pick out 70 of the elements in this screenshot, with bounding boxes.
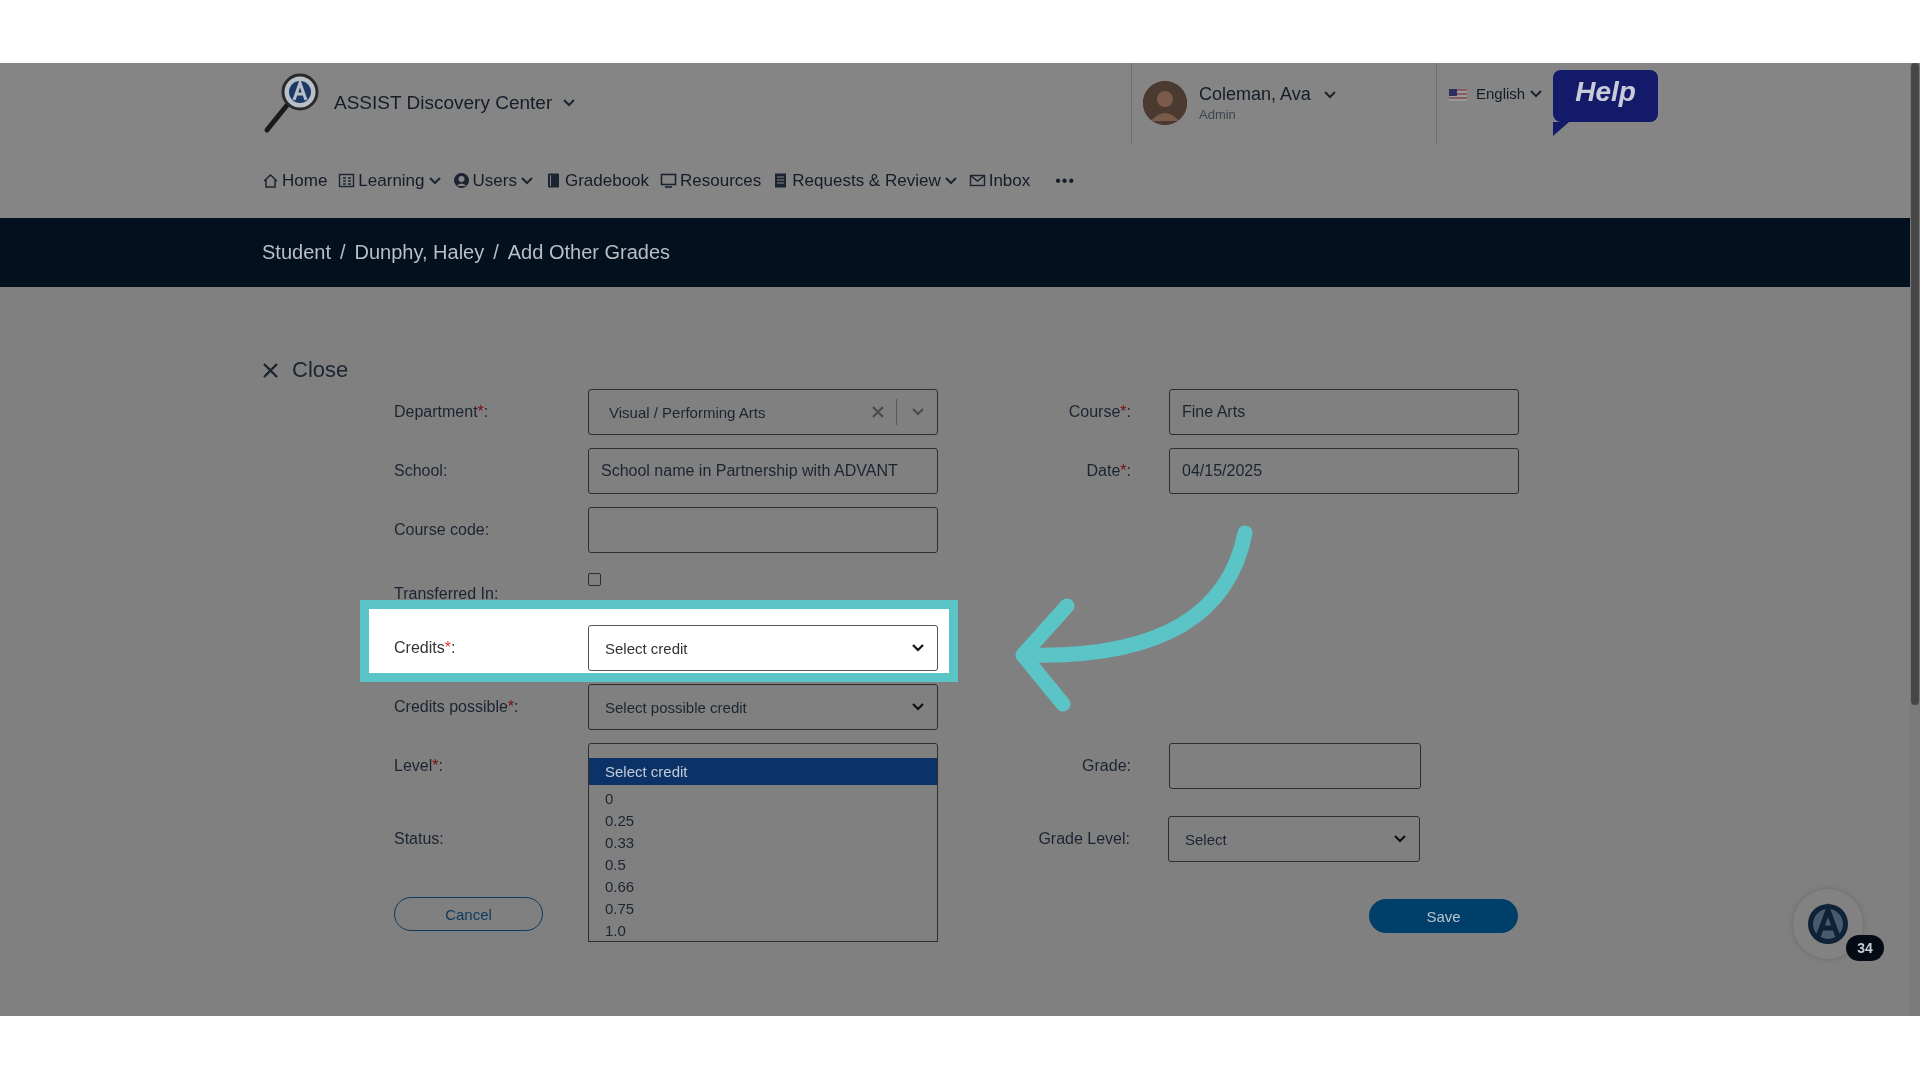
nav-item[interactable]: Users [452, 170, 534, 191]
language-selector[interactable]: English [1476, 85, 1526, 102]
dropdown-option[interactable]: 0.5 [589, 851, 937, 873]
breadcrumb-current: Add Other Grades [507, 241, 671, 264]
breadcrumb-separator: / [493, 241, 499, 264]
field-label: Credits possible*: [394, 698, 520, 716]
monitor-icon[interactable] [660, 172, 678, 189]
avatar[interactable] [1143, 81, 1187, 125]
app-title[interactable]: ASSIST Discovery Center [334, 92, 553, 114]
dropdown-field[interactable]: Visual / Performing Arts [588, 389, 938, 435]
user-icon[interactable] [452, 172, 470, 189]
nav-item[interactable]: Resources [660, 170, 762, 191]
text-field[interactable] [1169, 743, 1421, 789]
caret-icon[interactable] [427, 175, 442, 186]
dropdown-option[interactable]: 0.66 [589, 873, 937, 895]
notification-badge: 34 [1846, 935, 1884, 961]
field-label: Course*: [1067, 403, 1132, 421]
checkbox[interactable] [588, 573, 601, 586]
text-field[interactable]: School name in Partnership with ADVANT [588, 448, 938, 494]
mail-icon[interactable] [968, 172, 986, 189]
save-button[interactable]: Save [1369, 899, 1518, 933]
field-label: Department*: [394, 403, 490, 421]
breadcrumb-link[interactable]: Student [262, 241, 331, 264]
dropdown-list[interactable]: Select credit 0 0.25 0.33 0.5 0.66 0.75 1.0 [588, 758, 938, 942]
nav-item[interactable]: Home [262, 170, 328, 191]
breadcrumb-separator: / [339, 241, 346, 264]
caret-icon[interactable] [519, 175, 534, 186]
chevron-icon[interactable] [911, 643, 925, 653]
field-label: Course code: [394, 521, 491, 539]
caret-icon[interactable] [562, 98, 577, 108]
caret-icon[interactable] [1322, 89, 1337, 100]
nav-item[interactable]: Learning [338, 170, 442, 191]
field-label: Date*: [1085, 462, 1132, 480]
clear-icon[interactable] [872, 406, 884, 418]
dropdown-option[interactable]: 1.0 [589, 917, 937, 939]
close-icon[interactable] [262, 361, 279, 379]
field-label: Status: [394, 830, 445, 848]
select-field[interactable]: Select [1168, 816, 1420, 862]
cancel-button[interactable]: Cancel [394, 897, 543, 931]
user-name[interactable]: Coleman, Ava [1199, 84, 1311, 105]
nav-item[interactable]: Gradebook [544, 170, 650, 191]
user-role: Admin [1199, 107, 1237, 122]
select-field[interactable]: Select credit [588, 625, 938, 671]
close-button[interactable]: Close [262, 357, 349, 383]
field-label: Grade: [1081, 757, 1132, 775]
caret-icon[interactable] [943, 175, 958, 186]
text-field[interactable]: Fine Arts [1169, 389, 1519, 435]
text-field[interactable]: 04/15/2025 [1169, 448, 1519, 494]
field-label: Grade Level: [1037, 830, 1131, 848]
scrollbar-thumb[interactable] [1911, 63, 1919, 705]
grid-icon[interactable] [338, 172, 356, 189]
text-field[interactable] [588, 507, 938, 553]
dropdown-option[interactable]: Select credit [589, 758, 937, 785]
nav-item[interactable]: Inbox [968, 170, 1031, 191]
nav-item[interactable]: Requests & Review [772, 170, 958, 191]
field-label: Credits*: [394, 639, 457, 657]
logo-icon[interactable] [1807, 903, 1849, 945]
caret-icon[interactable] [1529, 89, 1544, 99]
field-label: Level*: [394, 757, 444, 775]
dropdown-option[interactable]: 0.75 [589, 895, 937, 917]
field-label: School: [394, 462, 449, 480]
field-label: Transferred In: [394, 585, 500, 603]
home-icon[interactable] [262, 172, 279, 189]
dropdown-option[interactable]: 0.33 [589, 829, 937, 851]
flag-icon [1449, 89, 1467, 101]
dropdown-option[interactable]: 0 [589, 785, 937, 807]
select-field[interactable]: Select possible credit [588, 684, 938, 730]
breadcrumb-link[interactable]: Dunphy, Haley [354, 241, 485, 264]
more-menu[interactable]: ••• [1055, 171, 1076, 190]
dropdown-option[interactable]: 0.25 [589, 807, 937, 829]
